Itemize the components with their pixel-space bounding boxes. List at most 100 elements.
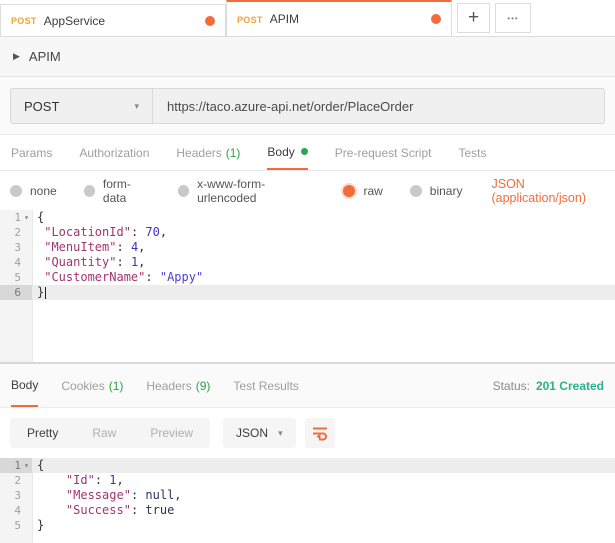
format-select[interactable]: JSON ▾ bbox=[223, 418, 296, 448]
view-pretty-button[interactable]: Pretty bbox=[10, 418, 75, 448]
code-line: 3 "MenuItem": 4, bbox=[0, 240, 615, 255]
method-select[interactable]: POST ▾ bbox=[11, 89, 153, 123]
url-row: POST ▾ https://taco.azure-api.net/order/… bbox=[0, 77, 615, 135]
radio-icon bbox=[409, 184, 422, 197]
view-preview-button[interactable]: Preview bbox=[133, 418, 210, 448]
unsaved-dot-icon bbox=[431, 14, 441, 24]
line-number: 2 bbox=[14, 474, 21, 487]
body-mode-x-www-form-urlencoded[interactable]: x-www-form-urlencoded bbox=[177, 176, 317, 205]
method-badge: POST bbox=[11, 16, 37, 26]
line-number: 3 bbox=[14, 241, 21, 254]
tab-count: (9) bbox=[195, 378, 211, 393]
line-number: 6 bbox=[0, 285, 32, 300]
request-tab-appservice[interactable]: POST AppService bbox=[0, 4, 226, 36]
radio-selected-icon bbox=[343, 184, 356, 197]
fold-caret-icon[interactable]: ▾ bbox=[21, 458, 32, 473]
code-line: 2 "LocationId": 70, bbox=[0, 225, 615, 240]
response-tab-body[interactable]: Body bbox=[11, 364, 39, 407]
tab-params[interactable]: Params bbox=[11, 135, 52, 170]
response-meta-bar: Body Cookies (1) Headers (9) Test Result… bbox=[0, 363, 615, 408]
radio-icon bbox=[83, 184, 95, 197]
line-number: 5 bbox=[14, 271, 21, 284]
new-tab-button[interactable]: + bbox=[457, 3, 490, 33]
code-line: 5 "CustomerName": "Appy" bbox=[0, 270, 615, 285]
code-text: } bbox=[37, 518, 45, 532]
response-body-editor[interactable]: 1 ▾{2 "Id": 1, 3 "Message": null, 4 "Succes… bbox=[0, 458, 615, 543]
content-type-select[interactable]: JSON (application/json) bbox=[491, 177, 615, 205]
response-tab-test-results[interactable]: Test Results bbox=[233, 364, 298, 407]
tab-headers[interactable]: Headers (1) bbox=[176, 135, 240, 170]
code-text: } bbox=[32, 285, 615, 300]
tab-count: (1) bbox=[108, 378, 124, 393]
mode-label: binary bbox=[429, 183, 463, 198]
mode-label: x-www-form-urlencoded bbox=[197, 176, 266, 205]
request-body-editor[interactable]: 1 ▾ {2 "LocationId": 70, 3 "MenuItem": 4, 4 … bbox=[0, 210, 615, 363]
fold-caret-icon[interactable]: ▾ bbox=[21, 210, 32, 225]
code-line: 6} bbox=[0, 285, 615, 300]
view-raw-button[interactable]: Raw bbox=[75, 418, 133, 448]
line-number: 1 ▾ bbox=[0, 210, 32, 225]
code-line: 4 "Quantity": 1, bbox=[0, 255, 615, 270]
tab-label: Params bbox=[11, 145, 53, 160]
wrap-lines-button[interactable] bbox=[304, 418, 335, 448]
code-text: { bbox=[37, 210, 45, 224]
url-bar: POST ▾ https://taco.azure-api.net/order/… bbox=[10, 88, 605, 124]
tab-authorization[interactable]: Authorization bbox=[79, 135, 149, 170]
text-cursor bbox=[45, 286, 47, 299]
line-number: 4 bbox=[14, 256, 21, 269]
tab-label: Body bbox=[11, 377, 39, 392]
code-text: "Quantity": 1, bbox=[44, 255, 146, 269]
code-text: "LocationId": 70, bbox=[44, 225, 168, 239]
response-tab-cookies[interactable]: Cookies (1) bbox=[61, 364, 123, 407]
tab-body[interactable]: Body bbox=[267, 135, 308, 170]
request-tabs: Params Authorization Headers (1) Body Pr… bbox=[0, 135, 615, 171]
tab-tests[interactable]: Tests bbox=[458, 135, 486, 170]
code-line: 1 ▾{ bbox=[0, 458, 615, 473]
tab-label: Headers bbox=[176, 145, 222, 160]
code-text: "Message": null, bbox=[65, 488, 182, 502]
body-mode-form-data[interactable]: form-data bbox=[83, 176, 151, 205]
chevron-down-icon: ▾ bbox=[278, 427, 283, 438]
code-text: "CustomerName": "Appy" bbox=[44, 270, 204, 284]
chevron-down-icon: ▾ bbox=[134, 100, 139, 111]
request-name-header[interactable]: ▶ APIM bbox=[0, 37, 615, 77]
code-text: "Success": true bbox=[65, 503, 175, 517]
response-status: Status: 201 Created bbox=[493, 364, 604, 407]
radio-icon bbox=[177, 184, 190, 197]
line-number: 3 bbox=[14, 489, 21, 502]
body-mode-row: none form-data x-www-form-urlencoded raw… bbox=[0, 171, 615, 210]
body-mode-raw[interactable]: raw bbox=[343, 183, 383, 198]
wrap-lines-icon bbox=[312, 427, 327, 440]
tab-count: (1) bbox=[225, 145, 241, 160]
tab-options-button[interactable]: ••• bbox=[495, 3, 531, 33]
tab-title: APIM bbox=[269, 12, 300, 26]
code-text: "Id": 1, bbox=[65, 473, 124, 487]
status-badge: 201 Created bbox=[535, 378, 604, 393]
request-name: APIM bbox=[28, 49, 61, 64]
code-text: { bbox=[32, 458, 615, 473]
tab-pre-request-script[interactable]: Pre-request Script bbox=[335, 135, 432, 170]
code-line: 1 ▾ { bbox=[0, 210, 615, 225]
line-number: 5 bbox=[14, 519, 21, 532]
url-input[interactable]: https://taco.azure-api.net/order/PlaceOr… bbox=[153, 89, 604, 123]
tab-bar: POST AppService POST APIM + ••• bbox=[0, 0, 615, 37]
line-number: 4 bbox=[14, 504, 21, 517]
body-mode-binary[interactable]: binary bbox=[409, 183, 463, 198]
code-line: 4 "Success": true bbox=[0, 503, 615, 518]
response-toolbar: Pretty Raw Preview JSON ▾ bbox=[0, 408, 615, 458]
mode-label: raw bbox=[363, 183, 383, 198]
tab-label: Headers bbox=[146, 378, 192, 393]
tab-label: Authorization bbox=[79, 145, 150, 160]
caret-right-icon: ▶ bbox=[13, 51, 20, 61]
body-mode-none[interactable]: none bbox=[10, 184, 57, 198]
radio-icon bbox=[10, 184, 22, 197]
response-tab-headers[interactable]: Headers (9) bbox=[146, 364, 210, 407]
tab-title: AppService bbox=[43, 13, 106, 28]
request-tab-apim[interactable]: POST APIM bbox=[226, 0, 452, 36]
tab-label: Tests bbox=[458, 145, 487, 160]
postman-app: POST AppService POST APIM + ••• ▶ APIM P… bbox=[0, 0, 615, 543]
code-line: 3 "Message": null, bbox=[0, 488, 615, 503]
format-label: JSON bbox=[236, 426, 269, 440]
tab-label: Test Results bbox=[233, 378, 299, 393]
mode-label: form-data bbox=[102, 176, 131, 205]
